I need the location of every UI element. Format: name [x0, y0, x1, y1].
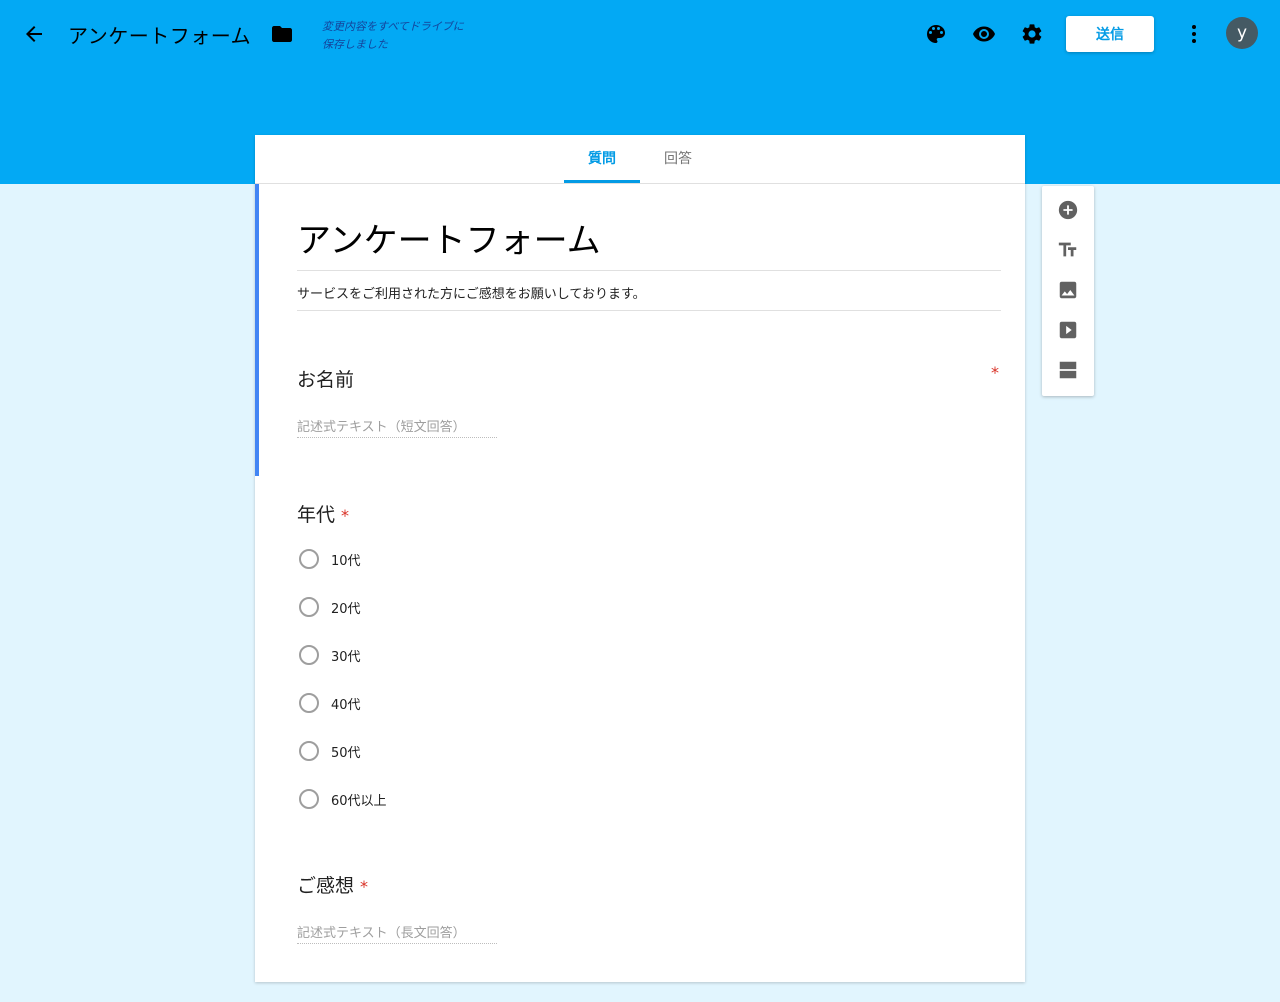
- question-title-feedback[interactable]: ご感想 *: [297, 871, 368, 898]
- more-vert-icon: [1192, 25, 1196, 43]
- question-title-text: 年代: [297, 504, 336, 526]
- save-status-line2: 保存しました: [322, 38, 388, 51]
- add-section-button[interactable]: [1056, 358, 1080, 382]
- send-button[interactable]: 送信: [1066, 16, 1154, 52]
- add-image-button[interactable]: [1056, 278, 1080, 302]
- radio-option[interactable]: 30代: [299, 645, 361, 665]
- radio-button[interactable]: [299, 789, 319, 809]
- save-status: 変更内容をすべてドライブに 保存しました: [322, 18, 492, 54]
- question-title-text: ご感想: [297, 875, 355, 897]
- radio-button[interactable]: [299, 597, 319, 617]
- radio-option[interactable]: 60代以上: [299, 789, 387, 809]
- form-title[interactable]: アンケートフォーム: [297, 213, 1001, 271]
- radio-option[interactable]: 40代: [299, 693, 361, 713]
- eye-icon: [973, 26, 995, 42]
- add-question-icon: [1058, 200, 1078, 220]
- required-mark: *: [341, 506, 350, 525]
- add-video-button[interactable]: [1056, 318, 1080, 342]
- more-options-button[interactable]: [1174, 14, 1214, 54]
- app-title[interactable]: アンケートフォーム: [68, 20, 251, 49]
- radio-option[interactable]: 50代: [299, 741, 361, 761]
- save-status-line1: 変更内容をすべてドライブに: [322, 20, 464, 33]
- radio-button[interactable]: [299, 645, 319, 665]
- question-title-age[interactable]: 年代 *: [297, 500, 349, 527]
- option-label: 10代: [331, 553, 361, 569]
- add-question-button[interactable]: [1056, 198, 1080, 222]
- gear-icon: [1022, 24, 1042, 44]
- option-label: 20代: [331, 601, 361, 617]
- radio-option[interactable]: 10代: [299, 549, 361, 569]
- image-icon: [1059, 281, 1077, 299]
- arrow-back-icon: [26, 26, 42, 42]
- tab-bar: 質問 回答: [255, 135, 1025, 184]
- option-label: 50代: [331, 745, 361, 761]
- option-label: 30代: [331, 649, 361, 665]
- back-button[interactable]: [14, 14, 54, 54]
- question-title-name[interactable]: お名前: [297, 365, 354, 392]
- form-card: 質問 回答 アンケートフォーム サービスをご利用された方にご感想をお願いしており…: [255, 135, 1025, 982]
- avatar[interactable]: y: [1226, 17, 1258, 49]
- section-icon: [1059, 361, 1077, 379]
- app-header: アンケートフォーム 変更内容をすべてドライブに 保存しました 送信 y: [0, 0, 1280, 68]
- active-section-indicator: [255, 184, 259, 476]
- radio-button[interactable]: [299, 693, 319, 713]
- side-toolbar: [1042, 186, 1094, 396]
- video-icon: [1059, 321, 1077, 339]
- radio-button[interactable]: [299, 741, 319, 761]
- tab-responses[interactable]: 回答: [640, 135, 716, 181]
- preview-button[interactable]: [964, 14, 1004, 54]
- tab-questions[interactable]: 質問: [564, 135, 640, 183]
- required-mark: *: [360, 877, 369, 896]
- long-answer-placeholder: 記述式テキスト（長文回答）: [297, 922, 497, 944]
- short-answer-placeholder: 記述式テキスト（短文回答）: [297, 416, 497, 438]
- option-label: 40代: [331, 697, 361, 713]
- folder-icon: [272, 26, 292, 42]
- add-title-button[interactable]: [1056, 238, 1080, 262]
- theme-button[interactable]: [916, 14, 956, 54]
- move-to-folder-button[interactable]: [262, 14, 302, 54]
- palette-icon: [927, 25, 945, 43]
- form-description[interactable]: サービスをご利用された方にご感想をお願いしております。: [297, 283, 1001, 311]
- question-title-text: お名前: [297, 369, 355, 391]
- radio-button[interactable]: [299, 549, 319, 569]
- option-label: 60代以上: [331, 793, 387, 809]
- title-text-icon: [1058, 242, 1077, 257]
- settings-button[interactable]: [1012, 14, 1052, 54]
- radio-option[interactable]: 20代: [299, 597, 361, 617]
- required-mark: *: [991, 363, 999, 382]
